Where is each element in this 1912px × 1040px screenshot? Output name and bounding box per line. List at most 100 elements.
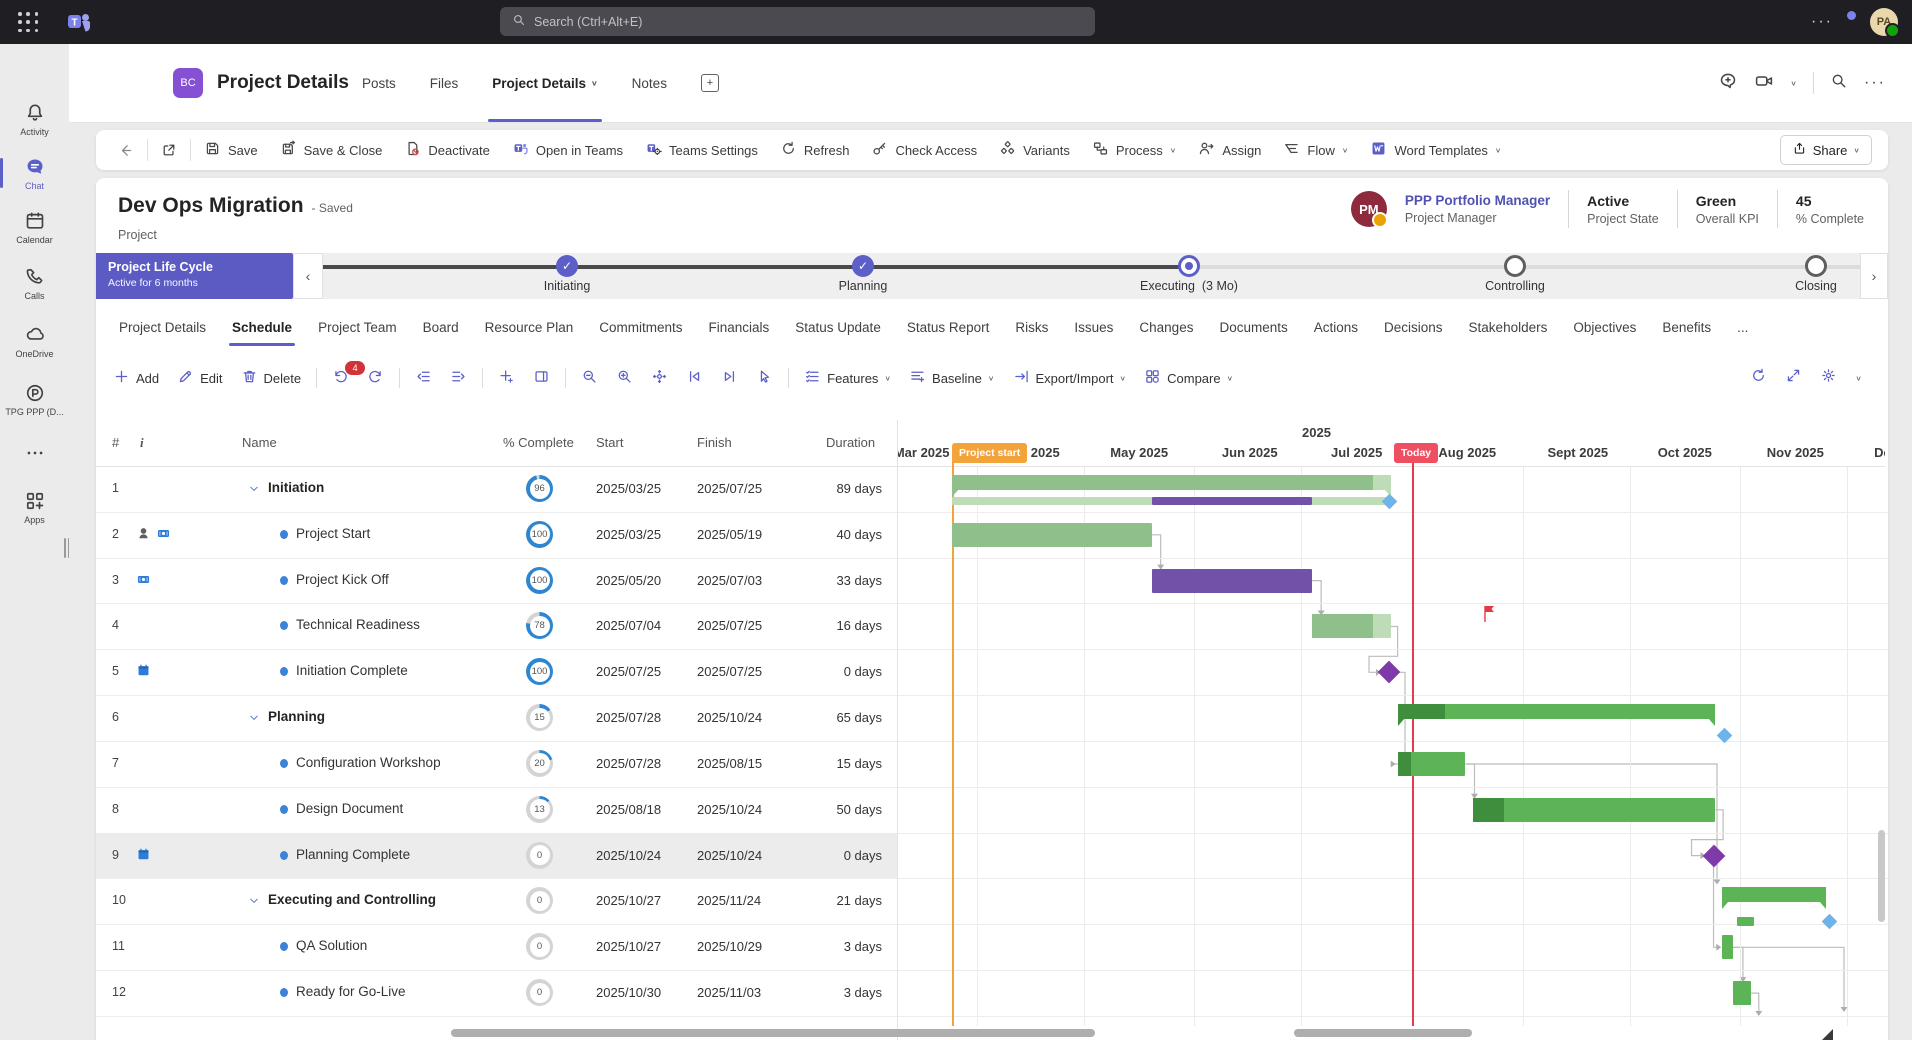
summary-bar[interactable] <box>952 475 1391 490</box>
bpf-stage-box[interactable]: Project Life Cycle Active for 6 months <box>96 253 293 299</box>
save-close-button[interactable]: Save & Close <box>269 130 394 170</box>
subtab-stakeholders[interactable]: Stakeholders <box>1456 306 1561 348</box>
add-button[interactable]: Add <box>104 358 168 398</box>
user-avatar[interactable]: PA <box>1870 8 1898 36</box>
add-tab-button[interactable]: + <box>701 44 719 122</box>
gantt-vscrollbar-thumb[interactable] <box>1878 830 1885 922</box>
rollup-segment[interactable] <box>1312 497 1390 505</box>
column-header-Duration[interactable]: Duration <box>826 435 875 450</box>
sidebar-item-more[interactable] <box>0 442 69 492</box>
column-header-%Complete[interactable]: % Complete <box>503 435 574 450</box>
subtab-benefits[interactable]: Benefits <box>1649 306 1724 348</box>
table-row[interactable]: 7Configuration Workshop202025/07/282025/… <box>96 741 897 787</box>
tab-files[interactable]: Files <box>430 44 459 122</box>
bpf-stage-initiating[interactable]: ✓Initiating <box>467 253 667 293</box>
check-access-button[interactable]: Check Access <box>860 130 988 170</box>
variants-button[interactable]: Variants <box>988 130 1081 170</box>
export-import-button[interactable]: Export/Import∨ <box>1004 358 1136 398</box>
sidebar-item-chat[interactable]: Chat <box>0 156 69 206</box>
delete-button[interactable]: Delete <box>232 358 311 398</box>
subtab-documents[interactable]: Documents <box>1206 306 1300 348</box>
owner-name-link[interactable]: PPP Portfolio Manager <box>1405 193 1550 208</box>
sidebar-item-calls[interactable]: Calls <box>0 266 69 316</box>
waffle-menu-icon[interactable] <box>18 12 40 34</box>
baseline-button[interactable]: Baseline∨ <box>900 358 1003 398</box>
skipstart-button[interactable] <box>677 358 712 398</box>
bpf-stage-planning[interactable]: ✓Planning <box>763 253 963 293</box>
indent-button[interactable] <box>441 358 476 398</box>
subtab-commitments[interactable]: Commitments <box>586 306 695 348</box>
bpf-stage-closing[interactable]: Closing <box>1716 253 1860 293</box>
sidebar-item-calendar[interactable]: Calendar <box>0 210 69 260</box>
chevron-down-icon[interactable] <box>248 482 260 500</box>
task-bar[interactable] <box>952 523 1152 547</box>
subtab-status-report[interactable]: Status Report <box>894 306 1003 348</box>
subtab-actions[interactable]: Actions <box>1301 306 1371 348</box>
save-button[interactable]: Save <box>193 130 269 170</box>
process-button[interactable]: Process∨ <box>1081 130 1188 170</box>
subtab-board[interactable]: Board <box>410 306 472 348</box>
task-bar[interactable] <box>1312 614 1390 638</box>
task-bar[interactable] <box>1733 981 1751 1005</box>
task-bar[interactable] <box>1398 752 1466 776</box>
word-templates-button[interactable]: Word Templates∨ <box>1359 130 1512 170</box>
meet-video-icon[interactable] <box>1754 71 1774 96</box>
column-header-Name[interactable]: Name <box>242 435 277 450</box>
task-bar[interactable] <box>1722 935 1733 959</box>
compare-button[interactable]: Compare∨ <box>1135 358 1242 398</box>
pointer-button[interactable] <box>747 358 782 398</box>
subtab-project-details[interactable]: Project Details <box>106 306 219 348</box>
subtab-issues[interactable]: Issues <box>1061 306 1126 348</box>
subtab-status-update[interactable]: Status Update <box>782 306 894 348</box>
table-row[interactable]: 1Initiation962025/03/252025/07/2589 days <box>96 466 897 512</box>
tab-notes[interactable]: Notes <box>632 44 667 122</box>
undo-button[interactable]: 4 <box>323 358 358 398</box>
tab-posts[interactable]: Posts <box>362 44 396 122</box>
tab-project-details[interactable]: Project Details∨ <box>492 44 597 122</box>
subtab-resource-plan[interactable]: Resource Plan <box>472 306 587 348</box>
share-button[interactable]: Share∨ <box>1780 135 1872 165</box>
subtab-schedule[interactable]: Schedule <box>219 306 305 348</box>
subtab-project-team[interactable]: Project Team <box>305 306 410 348</box>
sidebar-item-activity[interactable]: Activity <box>0 102 69 152</box>
task-bar[interactable] <box>1152 569 1312 593</box>
table-row[interactable]: 3Project Kick Off1002025/05/202025/07/03… <box>96 558 897 604</box>
gantt-pane[interactable]: Mar 2025Apr 2025May 2025Jun 2025Jul 2025… <box>897 420 1885 1040</box>
skipend-button[interactable] <box>712 358 747 398</box>
gear-button[interactable] <box>1820 367 1837 389</box>
channel-chat-icon[interactable] <box>1718 71 1738 96</box>
rollup-segment[interactable] <box>952 497 1152 505</box>
expand-button[interactable] <box>1785 367 1802 389</box>
table-row[interactable]: 2Project Start1002025/03/252025/05/1940 … <box>96 512 897 558</box>
grid-hscrollbar-thumb[interactable] <box>451 1029 1095 1037</box>
refresh-button[interactable]: Refresh <box>769 130 861 170</box>
bpf-stage-controlling[interactable]: Controlling <box>1415 253 1615 293</box>
table-row[interactable]: 5Initiation Complete1002025/07/252025/07… <box>96 649 897 695</box>
rollup-segment[interactable] <box>1737 917 1755 926</box>
titlebar-more-icon[interactable]: ··· <box>1811 13 1833 31</box>
zoomin-button[interactable] <box>607 358 642 398</box>
subtab--[interactable]: ... <box>1724 306 1761 348</box>
deactivate-button[interactable]: Deactivate <box>393 130 500 170</box>
fit-button[interactable] <box>642 358 677 398</box>
addtask-button[interactable] <box>489 358 524 398</box>
table-row[interactable]: 11QA Solution02025/10/272025/10/293 days <box>96 924 897 970</box>
outdent-button[interactable] <box>406 358 441 398</box>
table-row[interactable]: 8Design Document132025/08/182025/10/2450… <box>96 787 897 833</box>
open-in-teams-button[interactable]: Open in Teams <box>501 130 634 170</box>
table-row[interactable]: 4Technical Readiness782025/07/042025/07/… <box>96 603 897 649</box>
gantt-hscrollbar-thumb[interactable] <box>1294 1029 1472 1037</box>
popout-button[interactable] <box>150 130 188 170</box>
table-row[interactable]: 12Ready for Go-Live02025/10/302025/11/03… <box>96 970 897 1016</box>
column-header-#[interactable]: # <box>112 435 119 450</box>
assign-button[interactable]: Assign <box>1187 130 1272 170</box>
redo-button[interactable] <box>358 358 393 398</box>
edit-button[interactable]: Edit <box>168 358 231 398</box>
column-header-i[interactable]: i <box>140 435 144 451</box>
panel-button[interactable] <box>524 358 559 398</box>
header-search-icon[interactable] <box>1830 72 1848 95</box>
reload-button[interactable] <box>1750 367 1767 389</box>
task-bar[interactable] <box>1473 798 1715 822</box>
chevron-down-icon[interactable] <box>248 894 260 912</box>
bpf-next-chevron[interactable]: › <box>1860 253 1888 299</box>
